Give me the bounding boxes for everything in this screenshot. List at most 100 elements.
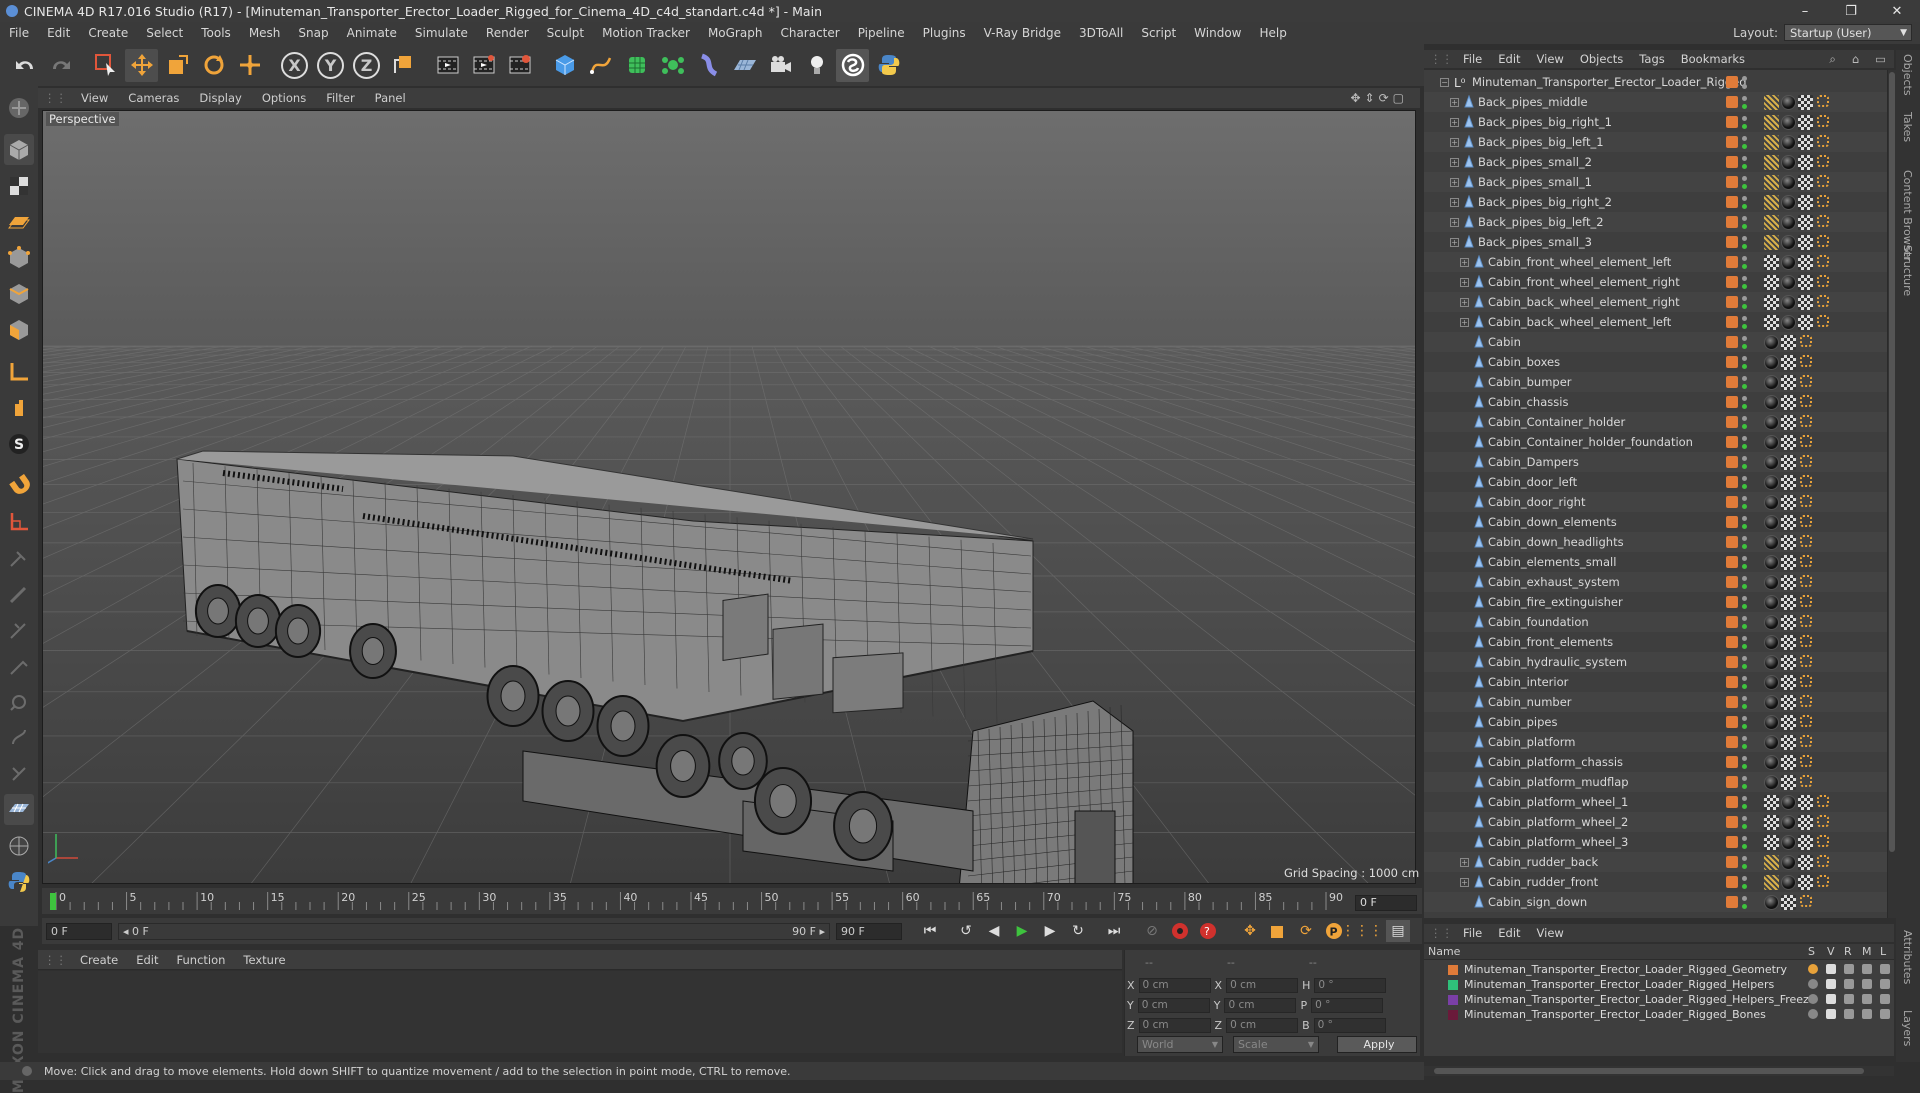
new-view-icon[interactable]: ▭ [1867,52,1894,66]
menu-render[interactable]: Render [477,26,538,40]
object-menu-view[interactable]: View [1529,52,1572,66]
deformer-icon[interactable] [692,49,725,82]
tab-attributes[interactable]: Attributes [1901,930,1914,984]
menu-select[interactable]: Select [137,26,192,40]
texture-tag-icon[interactable] [1798,155,1813,170]
object-row-root[interactable]: − L⁰ Minuteman_Transporter_Erector_Loade… [1424,72,1887,92]
material-tag-icon[interactable] [1781,95,1796,110]
expand-toggle-icon[interactable]: + [1460,297,1469,307]
render-view-icon[interactable] [431,49,464,82]
material-tag-icon[interactable] [1764,755,1779,770]
texture-tag-icon[interactable] [1781,335,1796,350]
visibility-dots[interactable] [1742,794,1748,810]
python-icon[interactable] [872,49,905,82]
selection-tag-icon[interactable] [1800,575,1812,587]
expand-toggle-icon[interactable]: + [1450,237,1459,247]
axis-mode-icon[interactable] [4,356,34,387]
material-tag-icon[interactable] [1764,495,1779,510]
size-mode-select[interactable]: Scale ▼ [1233,1036,1319,1053]
viewport-menu-filter[interactable]: Filter [316,91,364,105]
visibility-dots[interactable] [1742,854,1748,870]
play-icon[interactable]: ▶ [1010,920,1034,942]
material-tag-icon[interactable] [1764,515,1779,530]
layer-row-minuteman-transporter-erector-loader-rigged-helpers[interactable]: Minuteman_Transporter_Erector_Loader_Rig… [1424,977,1894,992]
subdivision-surface-icon[interactable] [620,49,653,82]
expand-toggle-icon[interactable]: + [1460,257,1469,267]
position-x-field[interactable]: 0 cm [1138,978,1211,993]
object-row-back-pipes-big-right-1[interactable]: + Back_pipes_big_right_1 [1424,112,1887,132]
visibility-dots[interactable] [1742,414,1748,430]
selection-tag-icon[interactable] [1817,135,1829,147]
layer-lock-icon[interactable] [1880,1009,1890,1019]
visibility-dots[interactable] [1742,394,1748,410]
material-tag-icon[interactable] [1781,815,1796,830]
material-tag-icon[interactable] [1764,595,1779,610]
position-y-field[interactable]: 0 cm [1137,998,1210,1013]
material-menu-texture[interactable]: Texture [234,953,294,967]
uv-checker-icon[interactable] [4,794,34,825]
viewport-navigation-icons[interactable]: ✥⇕⟳▢ [1350,91,1408,105]
menu-edit[interactable]: Edit [38,26,79,40]
scroll-thumb[interactable] [1889,72,1895,852]
object-row-cabin-platform-wheel-1[interactable]: Cabin_platform_wheel_1 [1424,792,1887,812]
texture-tag-icon[interactable] [1764,835,1779,850]
layer-lock-icon[interactable] [1880,979,1890,989]
object-row-cabin-platform[interactable]: Cabin_platform [1424,732,1887,752]
loop-icon[interactable]: ↺ [954,920,978,942]
tab-objects[interactable]: Objects [1901,54,1914,96]
selection-tag-icon[interactable] [1800,515,1812,527]
object-row-cabin-dampers[interactable]: Cabin_Dampers [1424,452,1887,472]
selection-tag-icon[interactable] [1817,855,1829,867]
texture-tag-icon[interactable] [1798,315,1813,330]
material-tag-icon[interactable] [1781,315,1796,330]
size-x-field[interactable]: 0 cm [1226,978,1299,993]
texture-tag-icon[interactable] [1764,795,1779,810]
material-tag-icon[interactable] [1764,575,1779,590]
object-row-cabin-front-wheel-element-left[interactable]: + Cabin_front_wheel_element_left [1424,252,1887,272]
object-row-cabin-back-wheel-element-right[interactable]: + Cabin_back_wheel_element_right [1424,292,1887,312]
selection-tag-icon[interactable] [1817,795,1829,807]
render-settings-icon[interactable] [503,49,536,82]
size-z-field[interactable]: 0 cm [1226,1018,1299,1033]
search-icon[interactable]: ⌕ [1821,52,1843,67]
selection-tag-icon[interactable] [1817,115,1829,127]
tag-plugin-icon[interactable] [836,48,869,82]
weight-tag-icon[interactable] [1764,155,1779,170]
texture-tag-icon[interactable] [1781,575,1796,590]
material-tag-icon[interactable] [1781,215,1796,230]
texture-tag-icon[interactable] [1764,275,1779,290]
texture-tag-icon[interactable] [1798,195,1813,210]
selection-tag-icon[interactable] [1817,295,1829,307]
object-row-cabin-hydraulic-system[interactable]: Cabin_hydraulic_system [1424,652,1887,672]
visibility-dots[interactable] [1742,594,1748,610]
object-row-cabin-chassis[interactable]: Cabin_chassis [1424,392,1887,412]
coordinate-system-icon[interactable] [386,49,419,82]
texture-tag-icon[interactable] [1798,115,1813,130]
selection-tag-icon[interactable] [1817,175,1829,187]
scroll-thumb[interactable] [1434,1068,1864,1074]
object-row-cabin[interactable]: Cabin [1424,332,1887,352]
object-row-cabin-front-wheel-element-right[interactable]: + Cabin_front_wheel_element_right [1424,272,1887,292]
layer-menu-view[interactable]: View [1529,926,1572,940]
expand-toggle-icon[interactable]: + [1450,197,1459,207]
apply-button[interactable]: Apply [1337,1036,1417,1053]
weight-tag-icon[interactable] [1764,235,1779,250]
expand-toggle-icon[interactable]: + [1450,157,1459,167]
object-row-back-pipes-big-left-2[interactable]: + Back_pipes_big_left_2 [1424,212,1887,232]
texture-tag-icon[interactable] [1781,715,1796,730]
visibility-dots[interactable] [1742,674,1748,690]
selection-tag-icon[interactable] [1800,695,1812,707]
material-tag-icon[interactable] [1781,875,1796,890]
selection-tag-icon[interactable] [1800,655,1812,667]
texture-tag-icon[interactable] [1798,275,1813,290]
layer-color-swatch[interactable] [1448,1009,1458,1020]
material-tag-icon[interactable] [1764,895,1779,910]
layer-solo-icon[interactable] [1808,1009,1818,1019]
texture-tag-icon[interactable] [1798,135,1813,150]
layer-render-icon[interactable] [1844,994,1854,1004]
selection-tag-icon[interactable] [1800,735,1812,747]
material-tag-icon[interactable] [1764,375,1779,390]
layer-lock-icon[interactable] [1880,994,1890,1004]
layer-render-icon[interactable] [1844,1009,1854,1019]
scale-tool-icon[interactable] [161,49,194,82]
